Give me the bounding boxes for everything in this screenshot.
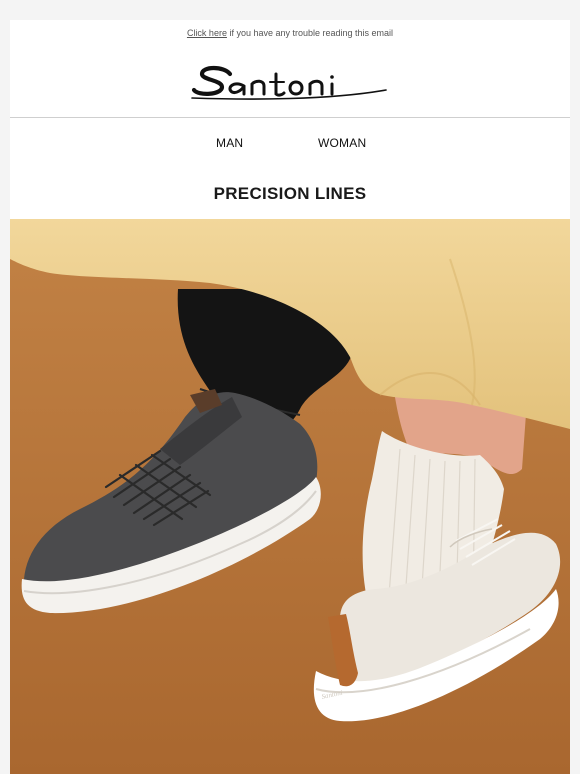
preheader-text: if you have any trouble reading this ema… <box>226 28 394 38</box>
santoni-logo-icon <box>191 65 387 100</box>
nav-item-woman[interactable]: WOMAN <box>318 136 366 150</box>
header-divider <box>10 117 570 118</box>
campaign-headline: PRECISION LINES <box>213 184 367 203</box>
email-container: Click here if you have any trouble readi… <box>10 20 570 774</box>
brand-logo[interactable] <box>190 60 390 102</box>
view-in-browser-link[interactable]: Click here <box>187 28 227 38</box>
nav-item-man[interactable]: MAN <box>216 136 243 150</box>
preheader: Click here if you have any trouble readi… <box>10 28 570 38</box>
hero-image[interactable]: Santoni <box>10 219 570 774</box>
hero-illustration: Santoni <box>10 219 570 774</box>
